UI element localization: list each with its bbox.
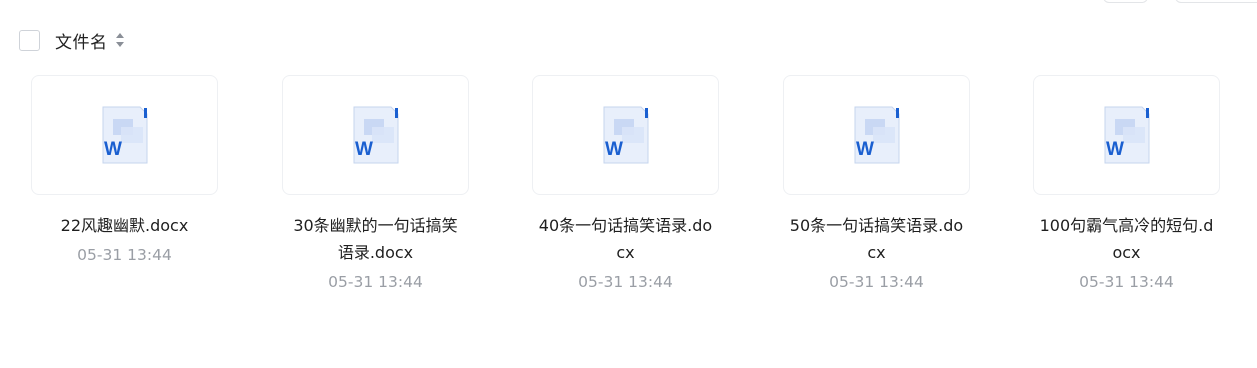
file-item[interactable]: W 40条一句话搞笑语录.docx 05-31 13:44	[532, 75, 719, 292]
svg-text:W: W	[1106, 139, 1124, 160]
file-date: 05-31 13:44	[578, 273, 673, 291]
file-grid: W 22风趣幽默.docx 05-31 13:44 W 30条幽默的一句话搞笑语…	[0, 0, 1257, 368]
file-browser: 文件名 W 22风趣幽默.docx 05-31 13:44 W 30条幽默的一句…	[0, 0, 1257, 368]
file-item[interactable]: W 22风趣幽默.docx 05-31 13:44	[31, 75, 218, 265]
file-thumbnail[interactable]: W	[31, 75, 218, 195]
file-name[interactable]: 30条幽默的一句话搞笑语录.docx	[282, 212, 469, 266]
word-doc-icon: W	[854, 106, 899, 164]
file-thumbnail[interactable]: W	[282, 75, 469, 195]
file-item[interactable]: W 30条幽默的一句话搞笑语录.docx 05-31 13:44	[282, 75, 469, 292]
word-doc-icon: W	[603, 106, 648, 164]
word-doc-icon: W	[102, 106, 147, 164]
file-thumbnail[interactable]: W	[532, 75, 719, 195]
svg-text:W: W	[605, 139, 623, 160]
file-name[interactable]: 100句霸气高冷的短句.docx	[1033, 212, 1220, 266]
svg-text:W: W	[856, 139, 874, 160]
word-doc-icon: W	[353, 106, 398, 164]
file-date: 05-31 13:44	[1079, 273, 1174, 291]
file-name[interactable]: 50条一句话搞笑语录.docx	[783, 212, 970, 266]
file-date: 05-31 13:44	[328, 273, 423, 291]
file-date: 05-31 13:44	[77, 246, 172, 264]
file-date: 05-31 13:44	[829, 273, 924, 291]
word-doc-icon: W	[1104, 106, 1149, 164]
file-thumbnail[interactable]: W	[1033, 75, 1220, 195]
svg-text:W: W	[355, 139, 373, 160]
file-thumbnail[interactable]: W	[783, 75, 970, 195]
file-name[interactable]: 22风趣幽默.docx	[31, 212, 218, 239]
file-name[interactable]: 40条一句话搞笑语录.docx	[532, 212, 719, 266]
file-item[interactable]: W 100句霸气高冷的短句.docx 05-31 13:44	[1033, 75, 1220, 292]
file-item[interactable]: W 50条一句话搞笑语录.docx 05-31 13:44	[783, 75, 970, 292]
svg-text:W: W	[104, 139, 122, 160]
